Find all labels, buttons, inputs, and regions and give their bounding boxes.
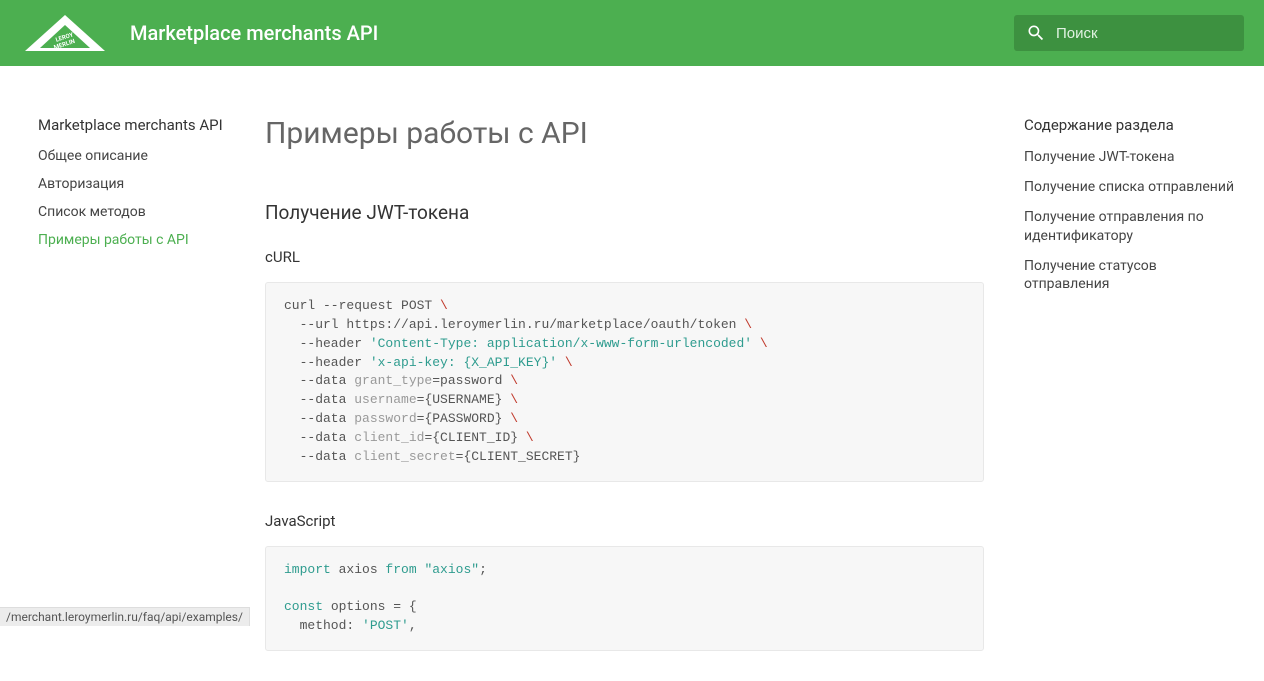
toc-title: Содержание раздела [1024,116,1244,134]
header: LEROY MERLIN Marketplace merchants API [0,0,1264,66]
sidebar-left: Marketplace merchants API Общее описание… [20,116,265,681]
page-title: Примеры работы с API [265,116,984,151]
curl-code-block: curl --request POST \ --url https://api.… [265,282,984,482]
sidebar-item-examples[interactable]: Примеры работы с API [38,232,245,248]
main-content: Примеры работы с API Получение JWT-токен… [265,116,1014,681]
search-icon [1026,23,1046,43]
sidebar-right: Содержание раздела Получение JWT-токена … [1014,116,1244,681]
sidebar-item-auth[interactable]: Авторизация [38,176,245,192]
toc-item-shipment-statuses[interactable]: Получение статусов отправления [1024,257,1244,293]
search-input[interactable] [1056,25,1232,42]
header-title: Marketplace merchants API [130,21,1014,45]
curl-label: cURL [265,248,984,266]
status-bar-url: /merchant.leroymerlin.ru/faq/api/example… [0,607,250,626]
sidebar-title: Marketplace merchants API [38,116,245,134]
toc-item-jwt[interactable]: Получение JWT-токена [1024,148,1244,166]
toc-item-shipments-list[interactable]: Получение списка отправлений [1024,178,1244,196]
sidebar-item-overview[interactable]: Общее описание [38,148,245,164]
js-label: JavaScript [265,512,984,530]
search-box[interactable] [1014,15,1244,51]
js-code-block: import axios from "axios"; const options… [265,546,984,651]
section-jwt-title: Получение JWT-токена [265,201,984,224]
leroy-merlin-logo[interactable]: LEROY MERLIN [20,13,110,53]
toc-item-shipment-by-id[interactable]: Получение отправления по идентификатору [1024,208,1244,244]
sidebar-item-methods[interactable]: Список методов [38,204,245,220]
